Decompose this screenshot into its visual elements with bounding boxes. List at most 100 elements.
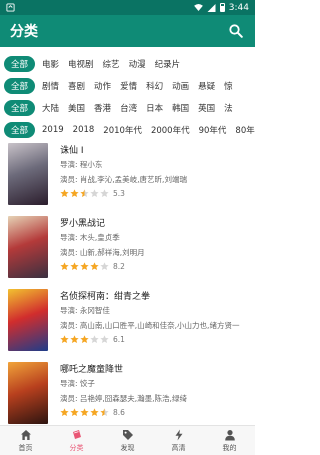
movie-cast: 演员: 吕艳婷,囧森瑟夫,瀚墨,陈浩,绿绮 bbox=[60, 394, 187, 403]
movie-item[interactable]: 诛仙 Ⅰ 导演: 程小东 演员: 肖战,李沁,孟美岐,唐艺昕,刘端瑞 5.3 bbox=[0, 143, 255, 216]
movie-title[interactable]: 罗小黑战记 bbox=[60, 216, 249, 229]
tab-home[interactable]: 首页 bbox=[0, 426, 51, 455]
star-icon bbox=[60, 335, 69, 344]
movie-list: 诛仙 Ⅰ 导演: 程小东 演员: 肖战,李沁,孟美岐,唐艺昕,刘端瑞 5.3 罗小黑战记… bbox=[0, 143, 255, 435]
star-icon bbox=[90, 335, 99, 344]
filter-chip[interactable]: 全部 bbox=[4, 56, 36, 72]
filter-row: 全部 剧情 喜剧 动作 爱情 科幻 动画 悬疑惊 bbox=[0, 75, 255, 97]
star-icon bbox=[60, 262, 69, 271]
star-icon bbox=[100, 335, 109, 344]
filter-chip[interactable]: 悬疑 bbox=[198, 80, 215, 92]
filter-chip[interactable]: 爱情 bbox=[120, 80, 137, 92]
movie-director: 导演: 木头,皇贞季 bbox=[60, 233, 120, 242]
star-icon bbox=[60, 189, 69, 198]
search-button[interactable] bbox=[227, 22, 245, 40]
star-icon bbox=[100, 189, 109, 198]
star-icon bbox=[80, 408, 89, 417]
star-icon bbox=[100, 262, 109, 271]
bottom-tab-bar: 首页 分类 发现 高清 我的 bbox=[0, 425, 255, 455]
filter-chip[interactable]: 纪录片 bbox=[155, 58, 181, 70]
filter-chip[interactable]: 台湾 bbox=[120, 102, 137, 114]
filter-chip[interactable]: 韩国 bbox=[172, 102, 189, 114]
star-icon bbox=[70, 408, 79, 417]
filter-row: 全部 大陆 美国 香港 台湾 日本 韩国 英国法 bbox=[0, 97, 255, 119]
filter-chip[interactable]: 日本 bbox=[146, 102, 163, 114]
movie-rating: 8.2 bbox=[60, 262, 249, 271]
filter-chip[interactable]: 动作 bbox=[94, 80, 111, 92]
tab-label: 分类 bbox=[69, 443, 84, 452]
filter-chip[interactable]: 动漫 bbox=[129, 58, 146, 70]
filter-chip[interactable]: 90年代 bbox=[199, 124, 227, 136]
movie-item[interactable]: 罗小黑战记导演: 木头,皇贞季演员: 山新,郝祥海,刘明月 8.2 bbox=[0, 216, 255, 289]
movie-director: 导演: 程小东 bbox=[60, 160, 103, 169]
filter-chip[interactable]: 惊 bbox=[224, 80, 233, 92]
tag-icon bbox=[122, 429, 133, 440]
movie-item[interactable]: 名侦探柯南：绀青之拳 导演: 永冈智佳 演员: 高山南,山口胜平,山崎和佳奈,小山力… bbox=[0, 289, 255, 362]
star-icon bbox=[100, 408, 109, 417]
tab-label: 首页 bbox=[18, 443, 33, 452]
tab-label: 我的 bbox=[222, 443, 237, 452]
notification-icon bbox=[6, 3, 15, 12]
wifi-icon bbox=[193, 4, 203, 11]
filter-row: 全部 电影 电视剧 综艺 动漫 纪录片 bbox=[0, 53, 255, 75]
movie-score: 6.1 bbox=[113, 335, 125, 344]
filter-chip[interactable]: 2019 bbox=[42, 125, 64, 135]
filter-chip[interactable]: 大陆 bbox=[42, 102, 59, 114]
filter-chip[interactable]: 全部 bbox=[4, 122, 36, 138]
movie-title[interactable]: 诛仙 Ⅰ bbox=[60, 143, 249, 156]
movie-cast: 演员: 山新,郝祥海,刘明月 bbox=[60, 248, 145, 257]
filter-chip[interactable]: 喜剧 bbox=[68, 80, 85, 92]
filter-chip[interactable]: 剧情 bbox=[42, 80, 59, 92]
star-icon bbox=[80, 262, 89, 271]
star-icon bbox=[80, 335, 89, 344]
filter-chip[interactable]: 动画 bbox=[172, 80, 189, 92]
filter-chip[interactable]: 美国 bbox=[68, 102, 85, 114]
movie-info: 名侦探柯南：绀青之拳 导演: 永冈智佳 演员: 高山南,山口胜平,山崎和佳奈,小山力… bbox=[60, 289, 249, 344]
star-icon bbox=[90, 262, 99, 271]
movie-score: 8.6 bbox=[113, 408, 125, 417]
movie-info: 罗小黑战记导演: 木头,皇贞季演员: 山新,郝祥海,刘明月 8.2 bbox=[60, 216, 249, 271]
movie-poster[interactable] bbox=[8, 289, 48, 351]
tab-lightning[interactable]: 高清 bbox=[153, 426, 204, 455]
status-time: 3:44 bbox=[228, 2, 249, 13]
filter-chip[interactable]: 全部 bbox=[4, 78, 36, 94]
filter-chip[interactable]: 香港 bbox=[94, 102, 111, 114]
movie-score: 8.2 bbox=[113, 262, 125, 271]
category-icon bbox=[72, 429, 81, 439]
filter-chip[interactable]: 电影 bbox=[42, 58, 59, 70]
person-icon bbox=[224, 429, 235, 440]
filter-chip[interactable]: 2018 bbox=[73, 125, 95, 135]
filter-chip[interactable]: 法 bbox=[224, 102, 233, 114]
star-icon bbox=[90, 408, 99, 417]
movie-poster[interactable] bbox=[8, 362, 48, 424]
filter-chip[interactable]: 80年代 bbox=[235, 124, 255, 136]
movie-info: 哪吒之魔童降世导演: 饺子演员: 吕艳婷,囧森瑟夫,瀚墨,陈浩,绿绮 8.6 bbox=[60, 362, 249, 417]
movie-poster[interactable] bbox=[8, 143, 48, 205]
home-icon bbox=[20, 429, 31, 440]
star-icon bbox=[70, 335, 79, 344]
movie-rating: 8.6 bbox=[60, 408, 249, 417]
signal-icon bbox=[207, 3, 216, 12]
filter-chip[interactable]: 英国 bbox=[198, 102, 215, 114]
movie-cast: 演员: 高山南,山口胜平,山崎和佳奈,小山力也,绪方贤一 bbox=[60, 321, 240, 330]
tab-category[interactable]: 分类 bbox=[51, 426, 102, 455]
status-bar: 3:44 bbox=[0, 0, 255, 15]
filter-chip[interactable]: 科幻 bbox=[146, 80, 163, 92]
movie-director: 导演: 饺子 bbox=[60, 379, 95, 388]
filter-chip[interactable]: 2000年代 bbox=[151, 124, 190, 136]
movie-title[interactable]: 名侦探柯南：绀青之拳 bbox=[60, 289, 249, 302]
filter-chip[interactable]: 综艺 bbox=[103, 58, 120, 70]
filter-chip[interactable]: 全部 bbox=[4, 100, 36, 116]
tab-person[interactable]: 我的 bbox=[204, 426, 255, 455]
tab-label: 高清 bbox=[171, 443, 186, 452]
movie-rating: 5.3 bbox=[60, 189, 249, 198]
star-icon bbox=[70, 262, 79, 271]
tab-tag[interactable]: 发现 bbox=[102, 426, 153, 455]
movie-poster[interactable] bbox=[8, 216, 48, 278]
filter-chip[interactable]: 2010年代 bbox=[103, 124, 142, 136]
tab-label: 发现 bbox=[120, 443, 135, 452]
search-icon bbox=[229, 24, 243, 38]
filter-row: 全部 2019 2018 2010年代 2000年代 90年代 80年代 bbox=[0, 119, 255, 141]
movie-title[interactable]: 哪吒之魔童降世 bbox=[60, 362, 249, 375]
filter-chip[interactable]: 电视剧 bbox=[68, 58, 94, 70]
